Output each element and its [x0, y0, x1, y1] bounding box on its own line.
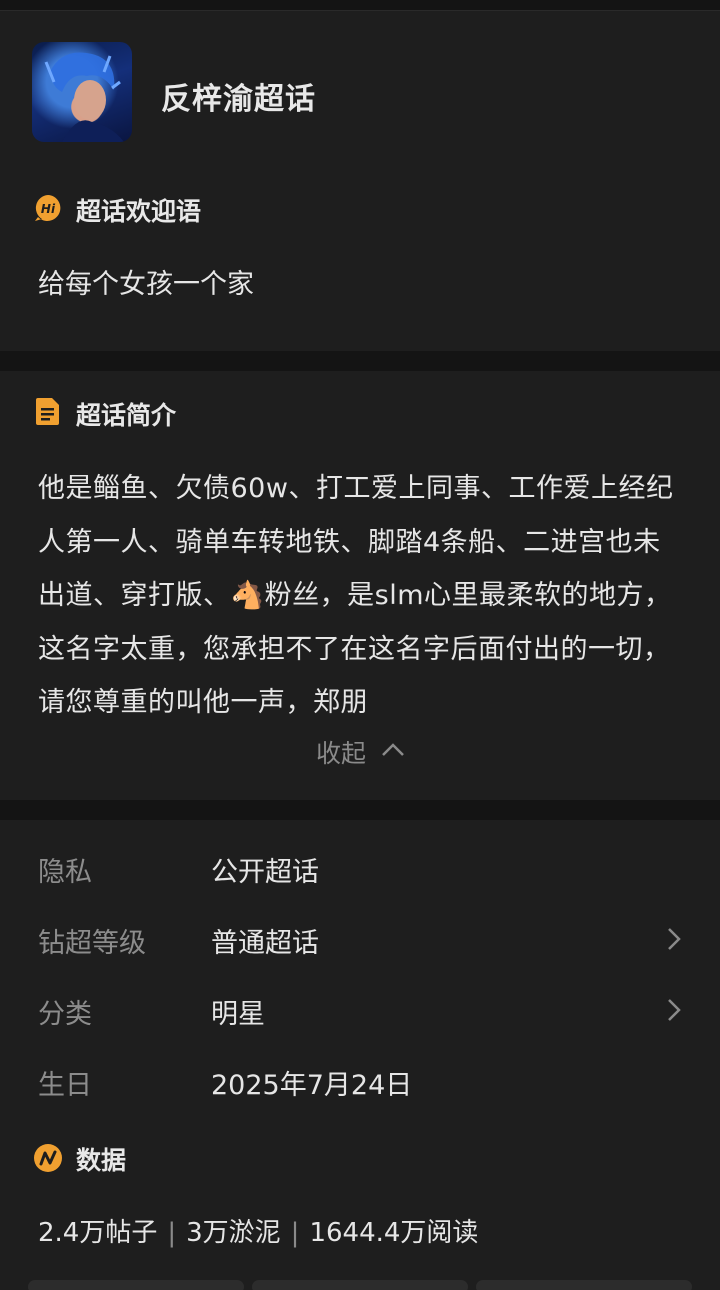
section-gap: [0, 351, 720, 371]
intro-title: 超话简介: [76, 401, 177, 430]
svg-text:Hi: Hi: [41, 202, 56, 216]
chevron-right-icon[interactable]: [666, 997, 682, 1023]
horse-emoji-icon: 🐴: [230, 580, 265, 611]
chevron-up-icon[interactable]: [381, 741, 405, 757]
posts-count: 2.4万帖子: [38, 1218, 158, 1248]
intro-text: 他是鲻鱼、欠债60w、打工爱上同事、工作爱上经纪人第一人、骑单车转地铁、脚踏4条…: [38, 462, 688, 730]
welcome-title: 超话欢迎语: [76, 197, 202, 226]
category-label: 分类: [38, 999, 92, 1030]
chevron-right-icon[interactable]: [666, 926, 682, 952]
bottom-tab-placeholder: [476, 1280, 692, 1290]
topic-avatar[interactable]: [32, 42, 132, 142]
bottom-tab-placeholder: [28, 1280, 244, 1290]
reads-count: 1644.4万阅读: [309, 1218, 479, 1248]
level-label: 钻超等级: [38, 928, 146, 959]
stats-line: 2.4万帖子 | 3万淤泥 | 1644.4万阅读: [38, 1212, 478, 1249]
section-gap: [0, 800, 720, 820]
category-value[interactable]: 明星: [211, 992, 265, 1031]
welcome-text: 给每个女孩一个家: [38, 269, 254, 300]
document-icon: [36, 398, 59, 425]
collapse-button[interactable]: 收起: [316, 734, 366, 770]
privacy-label: 隐私: [38, 857, 92, 888]
hi-icon: Hi: [35, 195, 61, 221]
avatar-portrait-icon: [44, 52, 124, 142]
stats-separator: |: [290, 1218, 300, 1248]
bottom-tab-placeholder: [252, 1280, 468, 1290]
topic-name: 反梓渝超话: [161, 82, 316, 117]
stats-icon: [34, 1144, 62, 1172]
birthday-label: 生日: [38, 1070, 92, 1101]
stats-separator: |: [167, 1218, 177, 1248]
birthday-value: 2025年7月24日: [211, 1070, 413, 1101]
topic-info-page: 反梓渝超话 Hi 超话欢迎语 给每个女孩一个家 超话简介 他是鲻鱼、欠债60w、…: [0, 0, 720, 1290]
top-divider: [0, 0, 720, 11]
level-value[interactable]: 普通超话: [211, 921, 319, 960]
privacy-value: 公开超话: [211, 857, 319, 888]
mud-count: 3万淤泥: [186, 1218, 281, 1248]
data-title: 数据: [76, 1146, 127, 1175]
